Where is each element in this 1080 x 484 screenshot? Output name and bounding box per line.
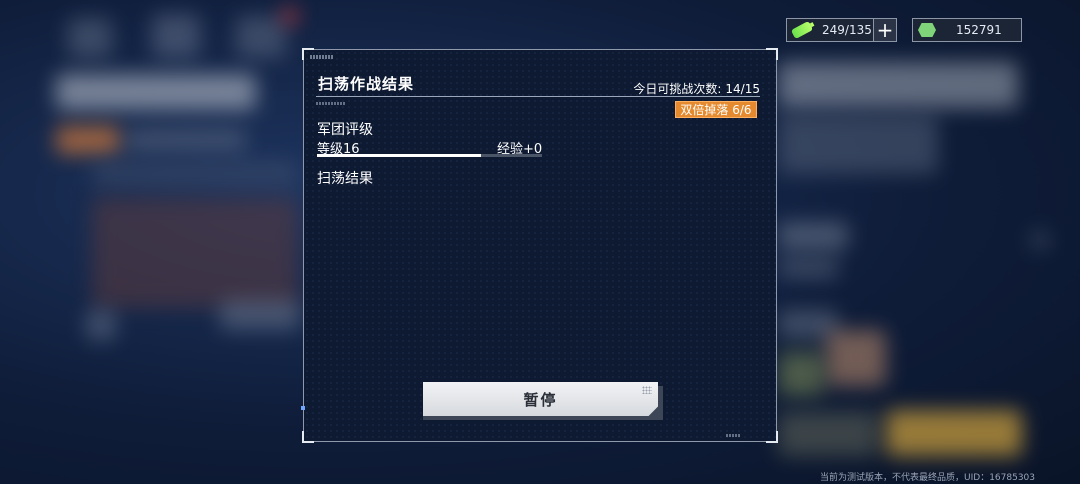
exp-progress-fill: [317, 154, 482, 157]
sweep-result-dialog: 扫荡作战结果 今日可挑战次数: 14/15 双倍掉落 6/6 军团评级 等级16 …: [301, 48, 778, 443]
bg-right-sublabel: [778, 258, 838, 278]
bg-right-text: [778, 114, 938, 174]
bg-notification-dot: [282, 8, 298, 24]
grip-dots-icon: [642, 386, 652, 394]
battery-icon: [790, 20, 814, 40]
legion-rank-heading: 军团评级: [317, 122, 373, 138]
micro-text-decoration: [316, 102, 346, 105]
stamina-value: 249/135: [822, 23, 872, 37]
bg-arrow-icon: [1030, 230, 1050, 250]
bg-reward-item: [826, 330, 886, 386]
attempts-label: 今日可挑战次数:: [633, 82, 722, 96]
bg-orange-tag: [56, 126, 120, 154]
bg-close-icon: [86, 310, 116, 340]
bg-stage-title: [56, 74, 256, 110]
gem-icon: [918, 23, 940, 37]
bg-tag-text: [126, 128, 246, 152]
bg-right-title: [778, 62, 1018, 108]
bg-right-label: [778, 222, 848, 250]
bg-reward-item-2: [778, 352, 824, 396]
bg-settings-icon: [152, 14, 200, 58]
pause-button[interactable]: 暂停: [423, 382, 658, 416]
bg-button-dark: [778, 412, 878, 456]
corner-decoration: [766, 431, 778, 443]
test-version-notice: 当前为测试版本，不代表最终品质，UID：16785303: [820, 473, 1035, 483]
dialog-title: 扫荡作战结果: [318, 75, 415, 93]
daily-attempts: 今日可挑战次数: 14/15: [633, 80, 760, 97]
corner-decoration: [302, 431, 314, 443]
bg-menu-icon: [68, 18, 112, 58]
corner-decoration: [766, 48, 778, 60]
micro-text-decoration: [726, 434, 740, 437]
stamina-counter: 249/135 +: [786, 18, 897, 42]
bg-button-gold: [886, 410, 1022, 456]
sweep-results-heading: 扫荡结果: [317, 171, 373, 187]
credits-value: 152791: [956, 23, 1002, 37]
title-divider: [316, 96, 760, 97]
credits-counter: 152791: [912, 18, 1022, 42]
micro-text-decoration: [310, 55, 334, 59]
add-stamina-button[interactable]: +: [873, 19, 896, 41]
bg-text-block: [220, 300, 300, 330]
attempts-value: 14/15: [725, 82, 760, 96]
bg-stage-image: [92, 198, 298, 308]
bg-mail-icon: [236, 16, 286, 58]
double-drop-badge: 双倍掉落 6/6: [675, 101, 757, 118]
edge-marker: [301, 406, 305, 410]
bg-header-strip: [92, 160, 298, 188]
pause-button-label: 暂停: [523, 390, 558, 409]
exp-progress-bar: [317, 154, 542, 157]
